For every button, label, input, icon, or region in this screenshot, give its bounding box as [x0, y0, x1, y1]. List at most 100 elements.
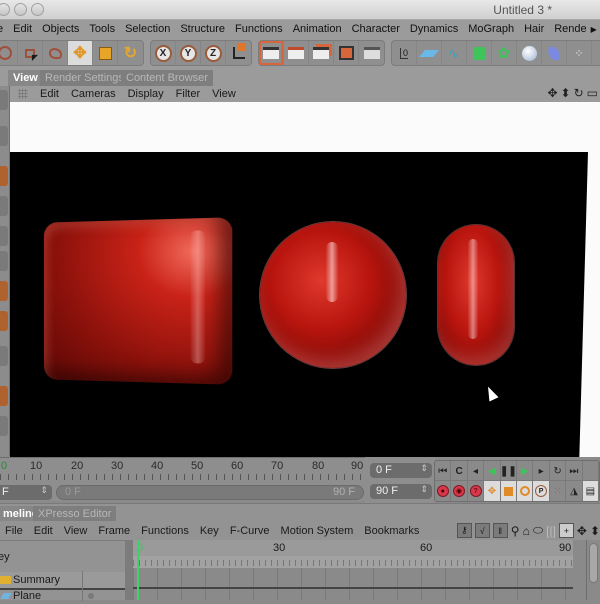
link-icon[interactable]: ⬭	[533, 523, 543, 538]
record-parameter-icon[interactable]: P	[533, 481, 550, 501]
motion-clip-icon[interactable]: ‖	[492, 523, 508, 538]
pause-icon[interactable]: ❚❚	[500, 461, 518, 481]
plane-icon[interactable]	[417, 41, 442, 65]
menu-tools[interactable]: Tools	[89, 23, 115, 35]
keyframe-selection-icon[interactable]: ?	[468, 481, 485, 501]
palette-button[interactable]	[0, 386, 8, 406]
tl-menu-motion-system[interactable]: Motion System	[281, 525, 354, 537]
timeline-ruler[interactable]: 0 10 20 30 40 50 60 70 80 90	[0, 457, 365, 483]
menu-file[interactable]: e	[0, 23, 3, 35]
lasso-selection-icon[interactable]	[43, 41, 68, 65]
add-marker-icon[interactable]: +	[558, 523, 574, 538]
menu-selection[interactable]: Selection	[125, 23, 170, 35]
current-time-field[interactable]: 0 F ⇕	[370, 463, 432, 478]
tab-content-browser[interactable]: Content Browser	[121, 70, 213, 86]
menu-structure[interactable]: Structure	[180, 23, 225, 35]
view-menu-cameras[interactable]: Cameras	[71, 88, 116, 100]
palette-button[interactable]	[0, 90, 8, 110]
tl-menu-bookmarks[interactable]: Bookmarks	[364, 525, 419, 537]
mograph-cloner-icon[interactable]: ⁜	[592, 41, 600, 65]
playhead[interactable]	[137, 540, 139, 600]
timeline-icon[interactable]: ▤	[582, 481, 600, 501]
menu-edit[interactable]: Edit	[13, 23, 32, 35]
timeline-scrollbar[interactable]	[586, 540, 600, 600]
null-object-icon[interactable]: 0	[392, 41, 417, 65]
tl-menu-functions[interactable]: Functions	[141, 525, 189, 537]
pan-icon[interactable]: ✥	[547, 86, 557, 102]
record-position-icon[interactable]: ✥	[484, 481, 501, 501]
zoom-window-button[interactable]	[31, 3, 44, 16]
palette-button[interactable]	[0, 416, 8, 436]
minimize-window-button[interactable]	[14, 3, 27, 16]
subdivision-surface-icon[interactable]	[467, 41, 492, 65]
menu-render[interactable]: Rende	[554, 23, 586, 35]
zoom-icon[interactable]: ⚲	[511, 524, 520, 538]
palette-button[interactable]	[0, 281, 8, 301]
pan-icon[interactable]: ✥	[577, 524, 587, 538]
maximize-view-icon[interactable]: ▭	[587, 86, 598, 102]
tl-menu-view[interactable]: View	[64, 525, 88, 537]
previous-frame-icon[interactable]: ◂	[468, 461, 485, 481]
tl-menu-edit[interactable]: Edit	[34, 525, 53, 537]
close-window-button[interactable]	[0, 3, 10, 16]
view-menu-display[interactable]: Display	[128, 88, 164, 100]
menu-functions[interactable]: Functions	[235, 23, 283, 35]
render-region-icon[interactable]	[309, 41, 334, 65]
previous-key-icon[interactable]: C	[451, 461, 468, 481]
orbit-icon[interactable]: ↻	[574, 86, 584, 102]
coordinate-system-icon[interactable]	[226, 41, 251, 65]
current-frame-field[interactable]: F ⇕	[0, 485, 52, 500]
menu-dynamics[interactable]: Dynamics	[410, 23, 458, 35]
view-menu-edit[interactable]: Edit	[40, 88, 59, 100]
keyframe-area[interactable]: 0 30 60 90	[125, 540, 600, 600]
record-scale-icon[interactable]	[500, 481, 518, 501]
menu-overflow-arrow-icon[interactable]: ▶	[591, 25, 597, 34]
x-axis-icon[interactable]: X	[151, 41, 176, 65]
palette-button[interactable]	[0, 196, 8, 216]
keyframe-ruler[interactable]: 0 30 60 90	[133, 540, 573, 556]
record-rotation-icon[interactable]	[517, 481, 534, 501]
play-backwards-icon[interactable]: ◀	[484, 461, 501, 481]
tab-xpresso-editor[interactable]: XPresso Editor	[33, 506, 117, 522]
palette-button[interactable]	[0, 226, 8, 246]
rotate-icon[interactable]: ↻	[118, 41, 143, 65]
menu-hair[interactable]: Hair	[524, 23, 544, 35]
particle-icon[interactable]: ⁘	[567, 41, 592, 65]
dolly-icon[interactable]: ⬍	[561, 86, 571, 102]
f-curve-mode-icon[interactable]: √	[474, 523, 490, 538]
sphere-primitive-icon[interactable]	[517, 41, 542, 65]
scrollbar-thumb[interactable]	[589, 543, 598, 583]
render-picture-viewer-icon[interactable]	[284, 41, 309, 65]
3d-viewport[interactable]	[10, 102, 600, 457]
render-queue-icon[interactable]	[359, 41, 384, 65]
tab-render-settings[interactable]: Render Settings	[40, 70, 129, 86]
tl-menu-file[interactable]: File	[5, 525, 23, 537]
scheme-icon[interactable]: ◮	[566, 481, 583, 501]
spline-icon[interactable]: ∿	[442, 41, 467, 65]
edit-render-settings-icon[interactable]	[334, 41, 359, 65]
tree-row-plane[interactable]: Plane	[0, 588, 125, 604]
dolly-icon[interactable]: ⬍	[590, 524, 600, 538]
tab-view[interactable]: View	[8, 70, 43, 86]
palette-button[interactable]	[0, 251, 8, 271]
go-to-end-icon[interactable]: ⏭	[566, 461, 583, 481]
panel-grip-icon[interactable]	[18, 89, 28, 99]
menu-animation[interactable]: Animation	[293, 23, 342, 35]
live-selection-icon[interactable]	[0, 41, 18, 65]
render-view-icon[interactable]	[259, 41, 284, 65]
menu-objects[interactable]: Objects	[42, 23, 79, 35]
view-menu-view[interactable]: View	[212, 88, 236, 100]
move-icon[interactable]: ✥	[68, 41, 93, 65]
visibility-dot-icon[interactable]	[88, 593, 94, 599]
bracket-icon[interactable]: [|]	[546, 524, 556, 538]
key-mode-icon[interactable]: ⚷	[456, 523, 472, 538]
palette-button[interactable]	[0, 346, 8, 366]
array-icon[interactable]: ✿	[492, 41, 517, 65]
menu-character[interactable]: Character	[352, 23, 400, 35]
play-forwards-icon[interactable]: ▶	[517, 461, 534, 481]
tree-row-summary[interactable]: Summary	[0, 572, 125, 588]
next-frame-icon[interactable]: ▸	[533, 461, 550, 481]
z-axis-icon[interactable]: Z	[201, 41, 226, 65]
deformer-icon[interactable]	[542, 41, 567, 65]
tl-menu-f-curve[interactable]: F-Curve	[230, 525, 270, 537]
